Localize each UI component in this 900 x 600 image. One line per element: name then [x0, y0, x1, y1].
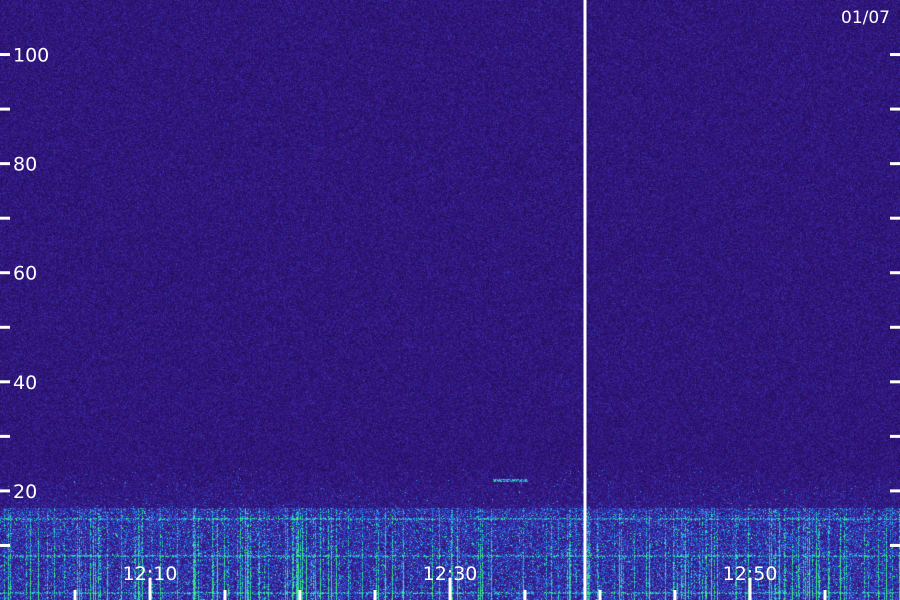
x-tick-label: 12:30 [423, 563, 478, 585]
y-tick-label: 80 [13, 154, 37, 176]
y-tick-label: 40 [13, 372, 37, 394]
spectrogram-overlay: 20 40 60 80 100 12:10 12:30 12:50 01/07 [0, 0, 900, 600]
x-axis-ticks: 12:10 12:30 12:50 [73, 563, 827, 600]
y-axis-ticks: 20 40 60 80 100 [0, 45, 900, 547]
x-tick-label: 12:50 [723, 563, 778, 585]
y-tick-label: 60 [13, 263, 37, 285]
date-label: 01/07 [841, 8, 890, 28]
x-tick-label: 12:10 [123, 563, 178, 585]
y-tick-label: 100 [13, 45, 49, 67]
y-tick-label: 20 [13, 481, 37, 503]
